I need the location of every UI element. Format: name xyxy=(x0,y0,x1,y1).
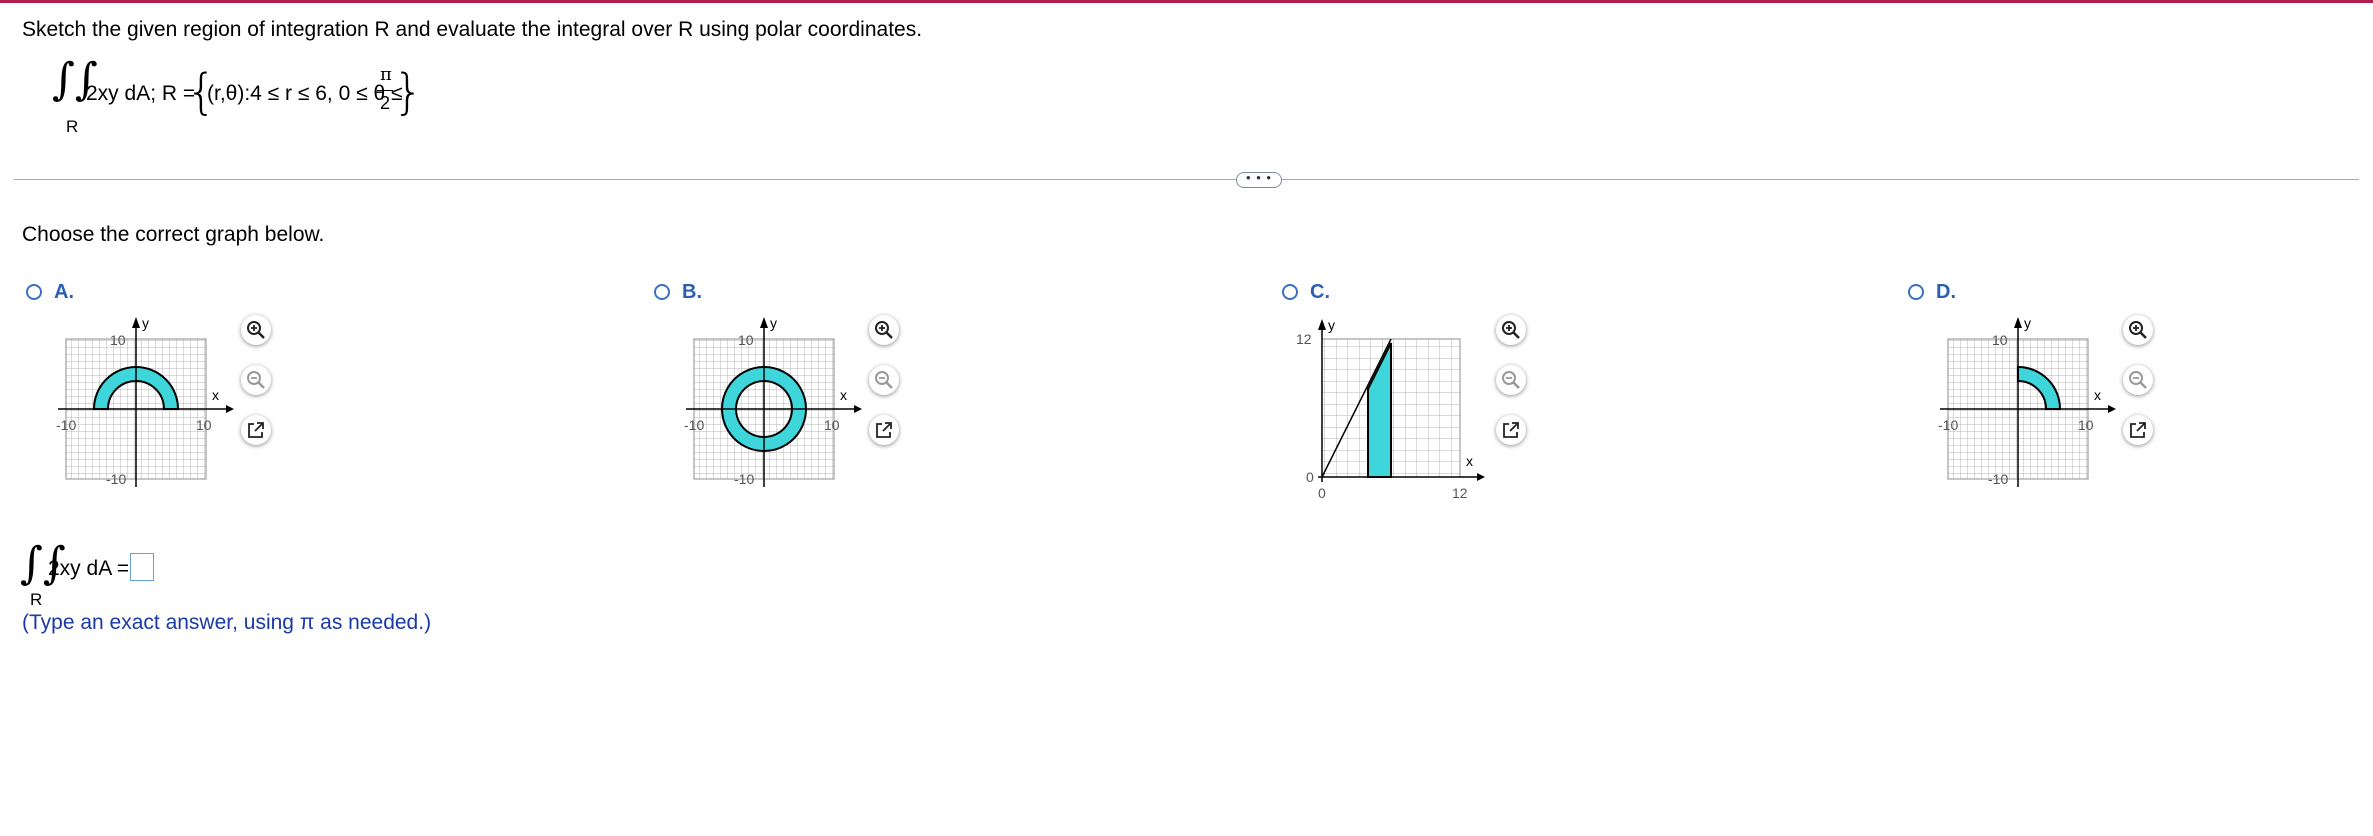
option-b-label[interactable]: B. xyxy=(682,281,702,304)
external-link-icon xyxy=(1503,422,1519,438)
option-c-label[interactable]: C. xyxy=(1310,281,1330,304)
option-d-open-graph-button[interactable] xyxy=(2123,415,2153,445)
fraction-numerator: π xyxy=(380,64,392,85)
set-close-brace: } xyxy=(393,64,424,120)
option-a-radio[interactable] xyxy=(26,284,42,300)
x-axis-arrow xyxy=(2108,405,2116,413)
option-b-zoom-in-button[interactable] xyxy=(869,315,899,345)
option-c-graph: y x 12 0 0 12 xyxy=(1296,317,1485,501)
tick-label-y-zero: 0 xyxy=(1306,469,1314,485)
x-axis-arrow xyxy=(226,405,234,413)
external-link-icon xyxy=(248,422,264,438)
tick-label-bottom: -10 xyxy=(1988,471,2008,487)
option-a-graph: y x 10 -10 -10 10 xyxy=(56,315,234,487)
zoom-in-icon xyxy=(247,321,265,339)
tick-label-left: -10 xyxy=(56,417,76,433)
y-axis-arrow xyxy=(1318,319,1326,330)
option-b-zoom-out-button[interactable] xyxy=(869,365,899,395)
x-axis-arrow xyxy=(1477,473,1485,481)
fraction-bar xyxy=(377,90,393,91)
tick-label-right: 10 xyxy=(196,417,212,433)
y-axis-label: y xyxy=(142,315,149,331)
option-a-zoom-out-button[interactable] xyxy=(241,365,271,395)
x-axis-label: x xyxy=(2094,387,2101,403)
y-axis-arrow xyxy=(2014,317,2022,328)
more-button[interactable]: • • • xyxy=(1236,171,1282,188)
fraction-denominator: 2 xyxy=(380,93,391,113)
option-a-open-graph-button[interactable] xyxy=(241,415,271,445)
integrand-text: 2xy dA; R = xyxy=(86,82,196,105)
answer-input[interactable] xyxy=(130,553,154,581)
zoom-in-icon xyxy=(1502,321,1520,339)
zoom-in-icon xyxy=(2129,321,2147,339)
tick-label-x-zero: 0 xyxy=(1318,485,1326,501)
answer-region-subscript: R xyxy=(30,590,43,609)
option-c-zoom-in-button[interactable] xyxy=(1496,315,1526,345)
option-b-graph: y x 10 -10 -10 10 xyxy=(684,315,862,487)
option-d-label[interactable]: D. xyxy=(1936,281,1956,304)
tick-label-left: -10 xyxy=(684,417,704,433)
y-axis-label: y xyxy=(2024,315,2031,331)
option-a-label[interactable]: A. xyxy=(54,281,74,304)
option-a-zoom-in-button[interactable] xyxy=(241,315,271,345)
tick-label-y-top: 12 xyxy=(1296,331,1312,347)
tick-label-right: 10 xyxy=(824,417,840,433)
tick-label-x-right: 12 xyxy=(1452,485,1468,501)
tick-label-right: 10 xyxy=(2078,417,2094,433)
tick-label-top: 10 xyxy=(738,332,754,348)
option-c-zoom-out-button[interactable] xyxy=(1496,365,1526,395)
x-axis-arrow xyxy=(854,405,862,413)
top-accent-bar xyxy=(0,0,2373,3)
option-d-zoom-out-button[interactable] xyxy=(2123,365,2153,395)
section-divider xyxy=(14,179,2359,180)
x-axis-label: x xyxy=(212,387,219,403)
tick-label-top: 10 xyxy=(110,332,126,348)
question-instruction: Sketch the given region of integration R… xyxy=(22,18,923,41)
y-axis-arrow xyxy=(760,317,768,328)
choose-prompt: Choose the correct graph below. xyxy=(22,223,325,246)
external-link-icon xyxy=(876,422,892,438)
option-d-graph: y x 10 -10 -10 10 xyxy=(1938,315,2116,487)
option-b-open-graph-button[interactable] xyxy=(869,415,899,445)
region-set-text: (r,θ):4 ≤ r ≤ 6, 0 ≤ θ ≤ xyxy=(207,82,403,105)
zoom-out-icon xyxy=(247,371,265,389)
external-link-icon xyxy=(2130,422,2146,438)
tick-label-bottom: -10 xyxy=(106,471,126,487)
tick-label-bottom: -10 xyxy=(734,471,754,487)
x-axis-label: x xyxy=(1466,453,1473,469)
tick-label-top: 10 xyxy=(1992,332,2008,348)
option-b-radio[interactable] xyxy=(654,284,670,300)
option-c-open-graph-button[interactable] xyxy=(1496,415,1526,445)
option-c-radio[interactable] xyxy=(1282,284,1298,300)
answer-integrand-label: 2xy dA = xyxy=(48,557,130,580)
option-d-zoom-in-button[interactable] xyxy=(2123,315,2153,345)
tick-label-left: -10 xyxy=(1938,417,1958,433)
y-axis-label: y xyxy=(770,315,777,331)
zoom-out-icon xyxy=(875,371,893,389)
zoom-in-icon xyxy=(875,321,893,339)
answer-hint: (Type an exact answer, using π as needed… xyxy=(22,611,432,634)
y-axis-arrow xyxy=(132,317,140,328)
option-d-radio[interactable] xyxy=(1908,284,1924,300)
zoom-out-icon xyxy=(2129,371,2147,389)
y-axis-label: y xyxy=(1328,317,1335,333)
x-axis-label: x xyxy=(840,387,847,403)
zoom-out-icon xyxy=(1502,371,1520,389)
region-subscript: R xyxy=(66,117,79,136)
